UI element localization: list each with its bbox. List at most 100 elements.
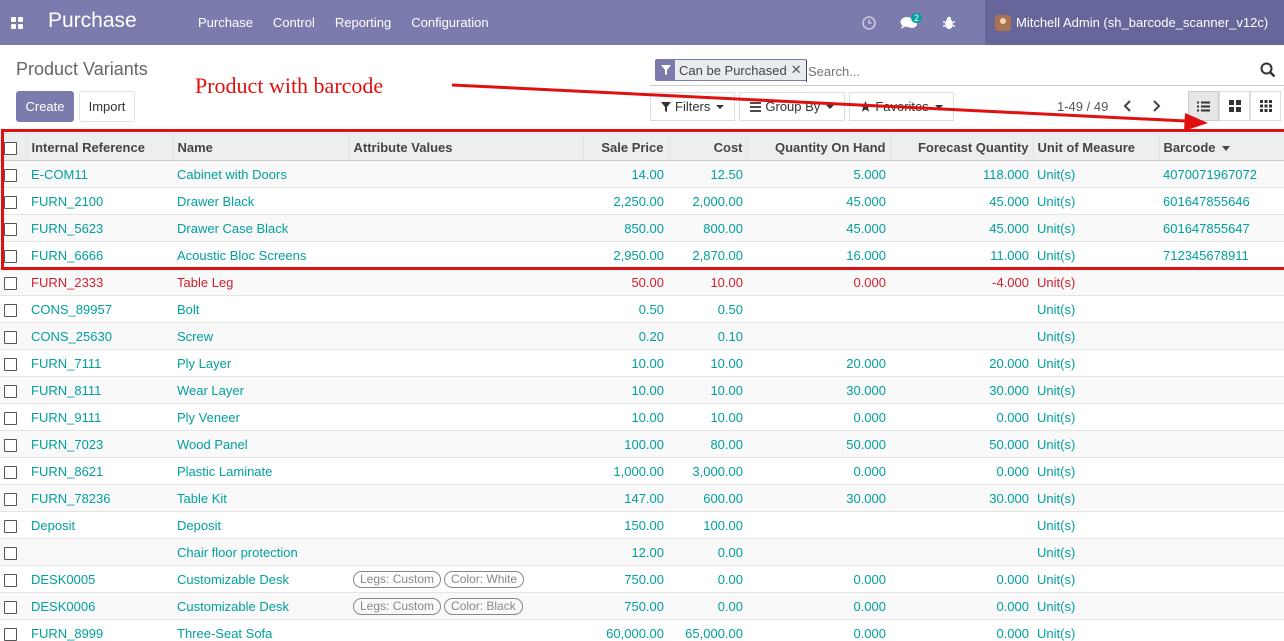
import-button[interactable]: Import	[79, 91, 135, 122]
create-button[interactable]: Create	[16, 91, 74, 122]
user-menu[interactable]: Mitchell Admin (sh_barcode_scanner_v12c)	[985, 0, 1284, 45]
row-checkbox[interactable]	[0, 565, 27, 593]
menu-item-control[interactable]: Control	[263, 15, 325, 30]
cell-barcode	[1159, 268, 1284, 296]
cell-cost: 800.00	[668, 214, 747, 242]
cell-name: Ply Layer	[173, 349, 349, 377]
cell-forecast-quantity: 30.000	[890, 376, 1033, 404]
table-row[interactable]: FURN_8621 Plastic Laminate 1,000.00 3,000.0…	[0, 457, 1284, 485]
select-all-checkbox[interactable]	[0, 133, 27, 161]
table-row[interactable]: CONS_25630 Screw 0.20 0.10 Unit(s)	[0, 322, 1284, 350]
column-name[interactable]: Name	[172, 133, 349, 161]
column-attribute-values[interactable]: Attribute Values	[348, 133, 583, 161]
column-sale-price[interactable]: Sale Price	[582, 133, 668, 161]
column-quantity-on-hand[interactable]: Quantity On Hand	[746, 133, 890, 161]
cell-sale-price: 10.00	[583, 349, 668, 377]
list-view-icon[interactable]	[1188, 91, 1219, 121]
grid-view-icon[interactable]	[1250, 91, 1281, 121]
pager-value[interactable]: 1-49 / 49	[1057, 99, 1108, 114]
cell-attribute-values	[349, 322, 583, 350]
favorites-dropdown[interactable]: Favorites	[849, 92, 954, 121]
kanban-view-icon[interactable]	[1219, 91, 1250, 121]
column-internal-reference[interactable]: Internal Reference	[26, 133, 173, 161]
menu-item-purchase[interactable]: Purchase	[188, 15, 263, 30]
table-row[interactable]: E-COM11 Cabinet with Doors 14.00 12.50 5.000…	[0, 160, 1284, 188]
search-magnifier-icon[interactable]	[1260, 62, 1278, 80]
group-by-dropdown[interactable]: Group By	[739, 92, 846, 121]
menu-item-configuration[interactable]: Configuration	[401, 15, 498, 30]
table-row[interactable]: FURN_9111 Ply Veneer 10.00 10.00 0.000 0.000 U…	[0, 403, 1284, 431]
table-row[interactable]: DESK0006 Customizable Desk Legs: Custom Col…	[0, 592, 1284, 620]
table-row[interactable]: Deposit Deposit 150.00 100.00 Unit(s)	[0, 511, 1284, 539]
row-checkbox[interactable]	[0, 295, 27, 323]
pager-next-icon[interactable]	[1146, 96, 1166, 116]
cell-cost: 10.00	[668, 349, 747, 377]
row-checkbox[interactable]	[0, 160, 27, 188]
cell-cost: 0.00	[668, 565, 747, 593]
cell-quantity-on-hand: 0.000	[747, 619, 890, 641]
column-forecast-quantity[interactable]: Forecast Quantity	[889, 133, 1033, 161]
filters-dropdown[interactable]: Filters	[650, 92, 736, 121]
row-checkbox[interactable]	[0, 214, 27, 242]
cell-barcode	[1159, 538, 1284, 566]
cell-name: Plastic Laminate	[173, 457, 349, 485]
row-checkbox[interactable]	[0, 403, 27, 431]
row-checkbox[interactable]	[0, 349, 27, 377]
cell-cost: 10.00	[668, 403, 747, 431]
cell-forecast-quantity: 118.000	[890, 160, 1033, 188]
row-checkbox[interactable]	[0, 430, 27, 458]
table-row[interactable]: FURN_8111 Wear Layer 10.00 10.00 30.000 30.00…	[0, 376, 1284, 404]
table-row[interactable]: FURN_2100 Drawer Black 2,250.00 2,000.00 45.…	[0, 187, 1284, 215]
row-checkbox[interactable]	[0, 484, 27, 512]
facet-remove-icon[interactable]: ✕	[791, 60, 806, 80]
cell-quantity-on-hand: 45.000	[747, 187, 890, 215]
table-row[interactable]: FURN_7023 Wood Panel 100.00 80.00 50.000 50.0…	[0, 430, 1284, 458]
row-checkbox[interactable]	[0, 268, 27, 296]
annotation-label: Product with barcode	[195, 73, 384, 98]
menu-item-reporting[interactable]: Reporting	[325, 15, 401, 30]
table-row[interactable]: FURN_5623 Drawer Case Black 850.00 800.00 45…	[0, 214, 1284, 242]
cell-name: Table Leg	[173, 268, 349, 296]
messaging-chat-icon[interactable]: 2	[895, 0, 922, 45]
cell-quantity-on-hand: 30.000	[747, 484, 890, 512]
search-input[interactable]	[806, 60, 1246, 82]
column-barcode[interactable]: Barcode	[1158, 133, 1284, 161]
cell-barcode	[1159, 457, 1284, 485]
cell-barcode	[1159, 565, 1284, 593]
cell-quantity-on-hand: 5.000	[747, 160, 890, 188]
table-row[interactable]: DESK0005 Customizable Desk Legs: Custom Col…	[0, 565, 1284, 593]
cell-barcode	[1159, 349, 1284, 377]
row-checkbox[interactable]	[0, 511, 27, 539]
apps-menu-icon[interactable]	[0, 0, 34, 45]
row-checkbox[interactable]	[0, 241, 27, 269]
row-checkbox[interactable]	[0, 376, 27, 404]
cell-unit-of-measure: Unit(s)	[1033, 160, 1159, 188]
table-row[interactable]: CONS_89957 Bolt 0.50 0.50 Unit(s)	[0, 295, 1284, 323]
chat-badge: 2	[910, 13, 922, 23]
search-options: Filters Group By Favorites	[650, 92, 958, 121]
pager-previous-icon[interactable]	[1118, 96, 1138, 116]
table-row[interactable]: FURN_8999 Three-Seat Sofa 60,000.00 65,000.…	[0, 619, 1284, 641]
row-checkbox[interactable]	[0, 592, 27, 620]
cell-cost: 80.00	[668, 430, 747, 458]
cell-name: Deposit	[173, 511, 349, 539]
row-checkbox[interactable]	[0, 538, 27, 566]
table-row[interactable]: FURN_7111 Ply Layer 10.00 10.00 20.000 20.000…	[0, 349, 1284, 377]
column-cost[interactable]: Cost	[667, 133, 747, 161]
column-unit-of-measure[interactable]: Unit of Measure	[1032, 133, 1159, 161]
cell-unit-of-measure: Unit(s)	[1033, 241, 1159, 269]
cell-attribute-values	[349, 619, 583, 641]
row-checkbox[interactable]	[0, 322, 27, 350]
debug-bug-icon[interactable]	[935, 0, 962, 45]
row-checkbox[interactable]	[0, 187, 27, 215]
row-checkbox[interactable]	[0, 457, 27, 485]
activity-clock-icon[interactable]	[855, 0, 882, 45]
table-row[interactable]: FURN_6666 Acoustic Bloc Screens 2,950.00 2,…	[0, 241, 1284, 269]
cell-forecast-quantity	[890, 295, 1033, 323]
table-row[interactable]: Chair floor protection 12.00 0.00 Unit(s)	[0, 538, 1284, 566]
filter-funnel-icon	[656, 60, 675, 80]
row-checkbox[interactable]	[0, 619, 27, 641]
table-row[interactable]: FURN_78236 Table Kit 147.00 600.00 30.000 30.…	[0, 484, 1284, 512]
table-row[interactable]: FURN_2333 Table Leg 50.00 10.00 0.000 -4.000 U…	[0, 268, 1284, 296]
cell-forecast-quantity: 45.000	[890, 187, 1033, 215]
